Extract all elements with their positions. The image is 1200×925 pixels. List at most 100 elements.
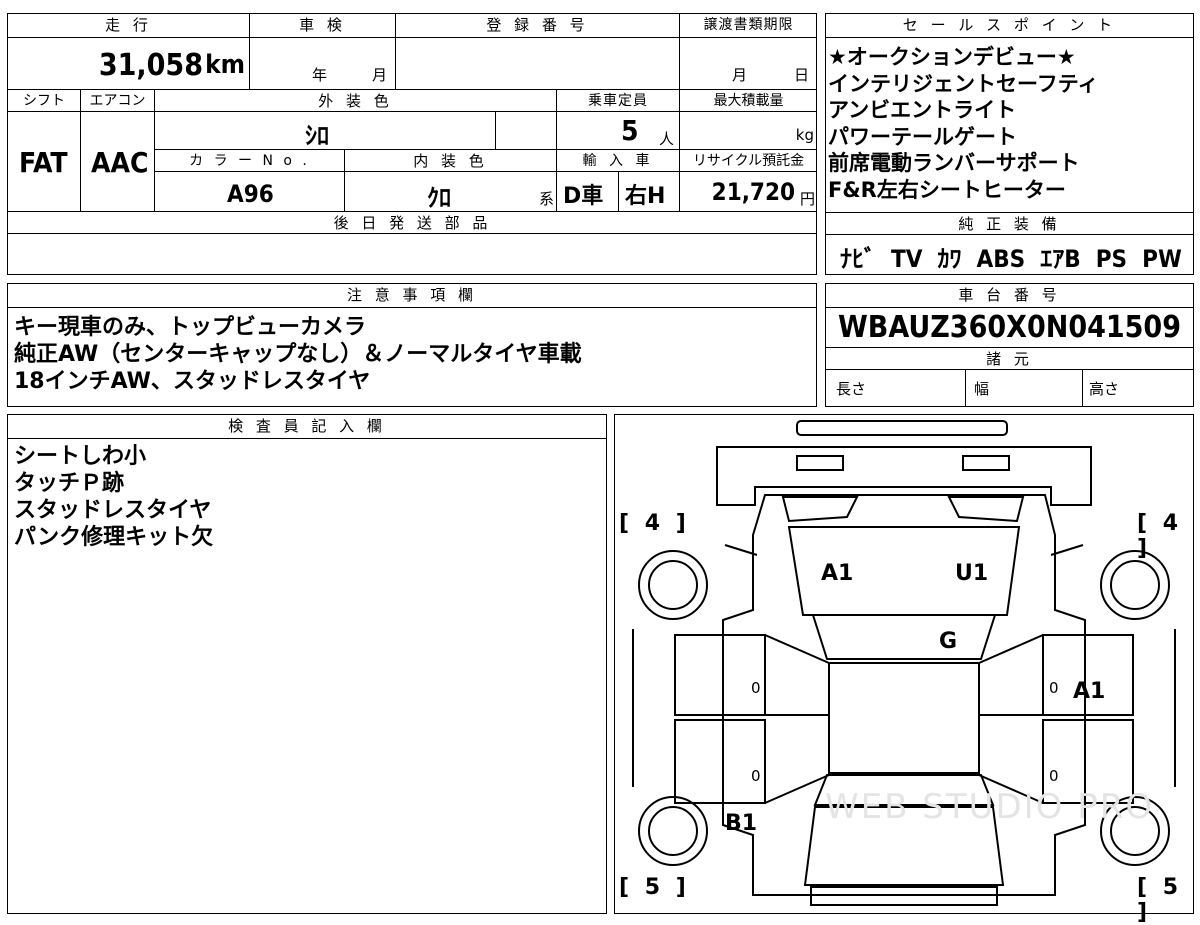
tire-rear-right-tread: [ 5 ] [1137,875,1183,925]
notes-header: 注 意 事 項 欄 [8,284,816,308]
vin-header: 車 台 番 号 [826,284,1193,308]
recycle-deposit-cell: 21,720 円 [680,172,817,212]
transfer-deadline-header: 譲渡書類期限 [680,14,817,38]
notes-line: キー現車のみ、トップビューカメラ [14,315,367,340]
recycle-deposit-value: 21,720 [711,178,795,206]
capacity-unit: 人 [659,130,675,148]
shaken-month-label: 月 [372,66,388,84]
max-load-header: 最大積載量 [680,90,817,112]
damage-mark-hood-left: A1 [821,561,854,586]
recycle-deposit-unit: 円 [799,190,815,208]
import-d-value: D車 [563,184,604,209]
tire-front-right-tread: [ 4 ] [1137,511,1183,561]
door-marker-left-rear: 0 [751,767,761,785]
damage-mark-left-rear: B1 [725,811,758,836]
damage-mark-windshield: G [939,629,958,654]
mileage-unit: km [205,50,245,80]
inspector-line: タッチＰ跡 [14,471,125,496]
car-diagram-panel: [ 4 ] [ 4 ] [ 5 ] [ 5 ] A1 U1 G A1 B1 0 … [614,414,1194,925]
interior-color-suffix: 系 [538,190,554,208]
tire-front-left-value: 4 [644,511,665,536]
recycle-deposit-header: リサイクル預託金 [680,150,817,172]
capacity-header: 乗車定員 [557,90,680,112]
import-car-header: 輸 入 車 [557,150,680,172]
vin-panel: 車 台 番 号 WBAUZ360X0N041509 諸 元 長さ 幅 高さ [825,283,1194,407]
sales-point-item: ★オークションデビュー★ [828,45,1076,69]
sales-point-item: パワーテールゲート [828,124,1017,149]
import-d-cell: D車 [557,172,619,212]
sales-points-list: ★オークションデビュー★ インテリジェントセーフティ アンビエントライト パワー… [828,44,1098,203]
notes-body: キー現車のみ、トップビューカメラ 純正AW（センターキャップなし）＆ノーマルタイ… [14,314,582,395]
car-diagram [632,420,1176,906]
damage-mark-hood-right: U1 [955,561,989,586]
import-h-value: 右H [625,184,666,209]
capacity-cell: 5 人 [557,112,680,150]
door-marker-right-rear: 0 [1049,767,1059,785]
aircon-value: AAC [91,146,149,179]
equipment-header: 純 正 装 備 [826,213,1193,235]
shift-cell: FAT [8,112,81,212]
mileage-value: 31,058 [98,48,203,83]
shift-header: シフト [8,90,81,112]
inspector-panel: 検 査 員 記 入 欄 シートしわ小 タッチＰ跡 スタッドレスタイヤ パンク修理… [7,414,607,914]
inspector-line: スタッドレスタイヤ [14,498,212,523]
notes-line: 18インチAW、スタッドレスタイヤ [14,369,371,394]
later-parts-header: 後 日 発 送 部 品 [8,212,817,234]
color-number-cell: A96 [155,172,345,212]
sales-point-item: インテリジェントセーフティ [828,71,1099,96]
transfer-deadline-cell: 月 日 [680,38,817,90]
equipment-list: ﾅﾋﾞ TV ｶﾜ ABS ｴｱB PS PW [840,245,1182,273]
shaken-year-label: 年 [312,66,328,84]
door-marker-right-front: 0 [1049,679,1059,697]
mileage-header: 走 行 [8,14,250,38]
transfer-day-label: 日 [794,66,810,84]
vin-value: WBAUZ360X0N041509 [826,308,1193,348]
damage-mark-right-front-door: A1 [1073,679,1106,704]
max-load-unit: kg [795,126,814,144]
door-marker-left-front: 0 [751,679,761,697]
shaken-cell: 年 月 [250,38,396,90]
shift-value: FAT [19,146,68,179]
tire-rear-left-value: 5 [644,875,665,900]
sales-point-item: アンビエントライト [828,98,1017,122]
inspector-line: パンク修理キット欠 [14,525,214,550]
interior-color-cell: ｸﾛ 系 [345,172,557,212]
interior-color-header: 内 装 色 [345,150,557,172]
inspector-body: シートしわ小 タッチＰ跡 スタッドレスタイヤ パンク修理キット欠 [14,443,213,551]
tire-rear-right-value: 5 [1162,875,1183,900]
transfer-month-label: 月 [732,66,748,84]
registration-header: 登 録 番 号 [396,14,680,38]
sales-point-item: F&R左右シートヒーター [828,177,1066,202]
spec-height-cell: 高さ [1089,380,1120,398]
vehicle-info-table: 走 行 車 検 登 録 番 号 譲渡書類期限 31,058 km 年 月 月 日… [7,13,817,275]
spec-width-cell: 幅 [966,370,1083,406]
inspector-line: シートしわ小 [14,444,147,469]
registration-cell [396,38,680,90]
tire-front-right-value: 4 [1162,511,1183,536]
exterior-color-extra-cell [496,112,557,150]
notes-line: 純正AW（センターキャップなし）＆ノーマルタイヤ車載 [14,342,582,367]
notes-panel: 注 意 事 項 欄 キー現車のみ、トップビューカメラ 純正AW（センターキャップ… [7,283,817,407]
spec-header: 諸 元 [826,348,1193,370]
tire-front-left-tread: [ 4 ] [619,511,690,536]
sales-points-header: セ ー ル ス ポ イ ン ト [826,14,1193,38]
tire-rear-left-tread: [ 5 ] [619,875,690,900]
color-number-header: カ ラ ー N o . [155,150,345,172]
shaken-header: 車 検 [250,14,396,38]
color-number-value: A96 [227,180,274,208]
aircon-header: エアコン [81,90,155,112]
max-load-cell: kg [680,112,817,150]
exterior-color-header: 外 装 色 [155,90,557,112]
sales-points-panel: セ ー ル ス ポ イ ン ト ★オークションデビュー★ インテリジェントセーフ… [825,13,1194,213]
sales-point-item: 前席電動ランバーサポート [828,151,1080,175]
aircon-cell: AAC [81,112,155,212]
mileage-cell: 31,058 km [8,38,250,90]
interior-color-value: ｸﾛ [427,184,451,212]
equipment-panel: 純 正 装 備 ﾅﾋﾞ TV ｶﾜ ABS ｴｱB PS PW [825,213,1194,275]
spec-length-cell: 長さ [826,370,966,406]
later-parts-cell [8,234,817,274]
inspector-header: 検 査 員 記 入 欄 [8,415,606,439]
exterior-color-value: ｼﾛ [305,122,329,150]
watermark: WEB STUDIO PRO [825,787,1155,827]
import-h-cell: 右H [619,172,680,212]
